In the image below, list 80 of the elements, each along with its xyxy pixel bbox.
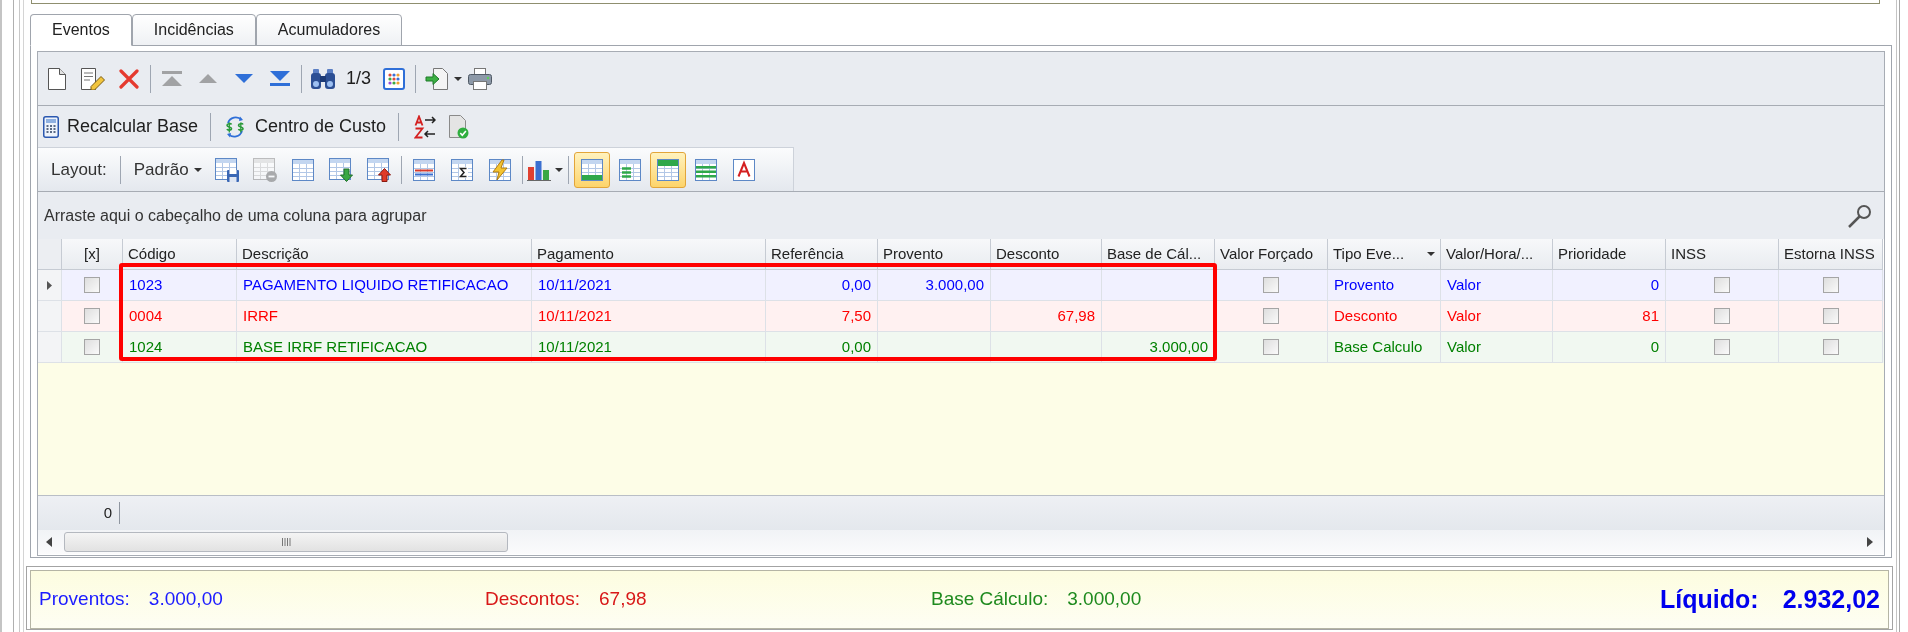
column-header[interactable]: Prioridade [1553, 239, 1666, 270]
search-icon[interactable] [1848, 203, 1872, 228]
table-sigma-icon[interactable] [450, 158, 473, 181]
tab[interactable]: Eventos [30, 14, 132, 46]
layout-label: Layout: [50, 158, 107, 181]
binoculars-icon[interactable] [311, 68, 335, 89]
column-header[interactable]: INSS [1666, 239, 1779, 270]
table-header-icon [656, 158, 679, 181]
table-footer-icon [580, 158, 603, 181]
caret-icon [193, 167, 202, 172]
scrollbar-track[interactable] [38, 530, 1884, 554]
edit-document-icon[interactable] [81, 67, 105, 90]
dot-grid-icon[interactable] [383, 67, 406, 90]
caret-icon [1427, 252, 1435, 256]
printer-icon[interactable] [468, 67, 493, 90]
row-header-cell[interactable] [38, 270, 62, 301]
table-row[interactable]: 0004 IRRF 10/11/2021 7,50 67,98 Desconto Valor 81 [38, 301, 1884, 332]
table-stripes-icon [694, 158, 717, 181]
bar-chart-icon[interactable] [526, 158, 551, 181]
layout-dropdown[interactable]: Padrão [133, 153, 208, 186]
sort-az-icon[interactable] [414, 114, 437, 139]
caret-icon [454, 76, 463, 81]
new-document-icon[interactable] [48, 67, 66, 90]
text-field[interactable] [31, 0, 1880, 4]
total-label: Descontos: [485, 587, 581, 612]
column-header[interactable]: [x] [62, 239, 123, 270]
checkbox[interactable] [1263, 277, 1279, 293]
net-total-label: Líquido: [1660, 583, 1759, 615]
tab[interactable]: Acumuladores [255, 14, 403, 46]
row-header-cell[interactable] [38, 301, 62, 332]
table-row[interactable]: 1023 PAGAMENTO LIQUIDO RETIFICACAO 10/11/2021 0,00 3.000,00 Provento Valor 0 [38, 270, 1884, 301]
total-label: Proventos: [39, 587, 130, 612]
table-row[interactable]: 1024 BASE IRRF RETIFICACAO 10/11/2021 0,00 3.000,00 Base Calculo Valor 0 [38, 332, 1884, 363]
table-lines-icon [618, 158, 641, 181]
column-header[interactable]: Estorna INSS [1779, 239, 1883, 270]
checkbox[interactable] [84, 277, 100, 293]
total-value: 3.000,00 [1067, 587, 1142, 612]
checkbox[interactable] [1822, 308, 1839, 324]
checkbox[interactable] [1822, 277, 1839, 293]
arrow-down-bar-icon[interactable] [270, 71, 290, 86]
delete-icon[interactable] [119, 68, 139, 89]
net-total-value: 2.932,02 [1782, 583, 1880, 615]
scroll-right-icon[interactable] [1867, 537, 1873, 547]
row-header-cell[interactable] [38, 332, 62, 363]
checkbox[interactable] [84, 339, 100, 355]
table-icon[interactable] [291, 158, 314, 181]
view-toggle[interactable] [573, 151, 610, 188]
total-value: 3.000,00 [148, 587, 223, 612]
column-header[interactable]: Valor/Hora/... [1441, 239, 1553, 270]
table-floppy-icon[interactable] [214, 157, 239, 182]
column-header[interactable]: Valor Forçado [1215, 239, 1328, 270]
grip-icon [281, 538, 291, 546]
tab[interactable]: Incidências [131, 14, 256, 46]
font-icon [732, 158, 755, 181]
checkbox[interactable] [84, 308, 100, 324]
group-panel-hint: Arraste aqui o cabeçalho de uma coluna para agrupar [44, 205, 427, 226]
calculator-icon [43, 115, 59, 138]
footer-cell: 0 [38, 502, 120, 524]
checkbox[interactable] [1714, 339, 1730, 355]
scrollbar-thumb[interactable] [64, 532, 508, 552]
caret-icon [554, 167, 563, 172]
document-arrow-icon[interactable] [425, 66, 450, 91]
checkbox[interactable] [1263, 308, 1279, 324]
checkbox[interactable] [1822, 339, 1839, 355]
document-check-icon[interactable] [449, 114, 470, 139]
total-label: Base Cálculo: [931, 587, 1049, 612]
record-counter: 1/3 [345, 67, 373, 90]
checkbox[interactable] [1714, 308, 1730, 324]
scroll-left-icon[interactable] [46, 537, 52, 547]
arrow-down-icon[interactable] [235, 74, 253, 83]
row-pointer-icon [47, 280, 52, 290]
recalculate-base-button[interactable]: Recalcular Base [40, 110, 202, 143]
checkbox[interactable] [1263, 339, 1279, 355]
column-header[interactable]: Tipo Eve... [1328, 239, 1441, 270]
checkbox[interactable] [1714, 277, 1730, 293]
table-lightning-icon[interactable] [488, 158, 511, 181]
table-rows-icon[interactable] [412, 158, 435, 181]
total-value: 67,98 [599, 587, 647, 612]
cost-center-button[interactable]: Centro de Custo [220, 110, 390, 143]
view-toggle[interactable] [649, 151, 686, 188]
